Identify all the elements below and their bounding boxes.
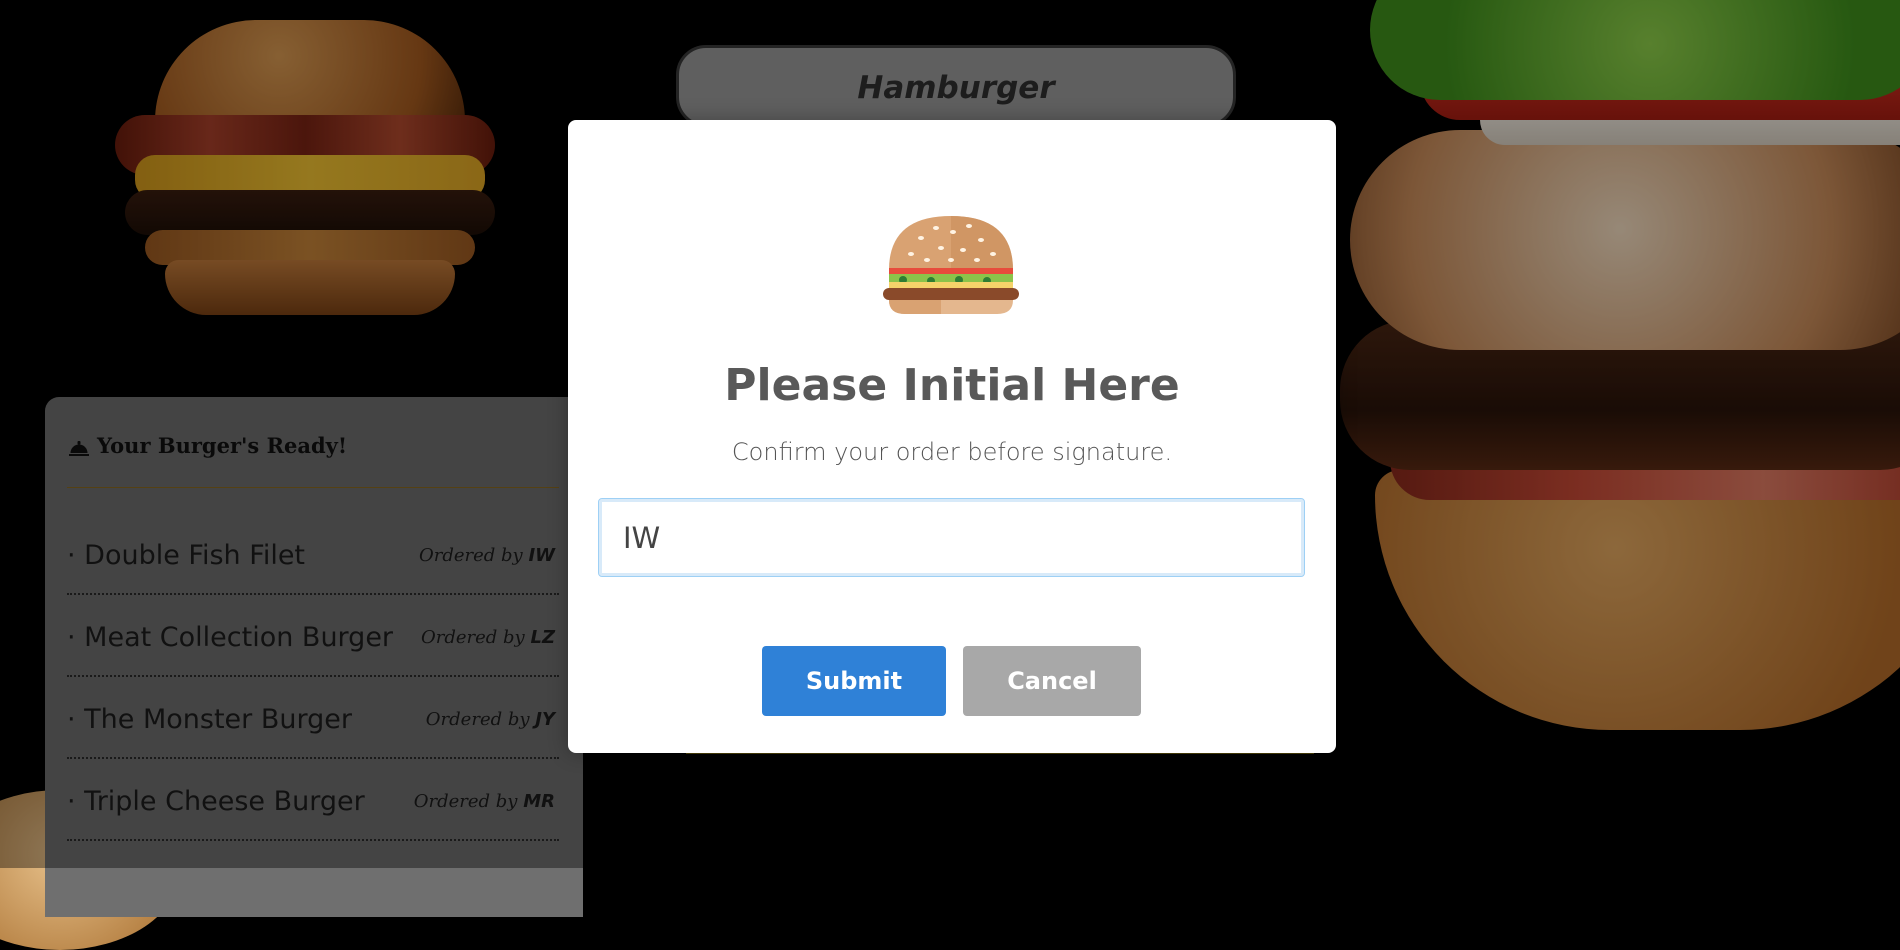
hamburger-icon	[881, 208, 1021, 318]
initial-dialog: Please Initial Here Confirm your order b…	[568, 120, 1336, 753]
dialog-subtitle: Confirm your order before signature.	[731, 438, 1173, 466]
dialog-title: Please Initial Here	[724, 360, 1180, 411]
submit-button[interactable]: Submit	[762, 646, 946, 716]
cancel-button[interactable]: Cancel	[963, 646, 1141, 716]
initials-input[interactable]	[598, 498, 1305, 577]
